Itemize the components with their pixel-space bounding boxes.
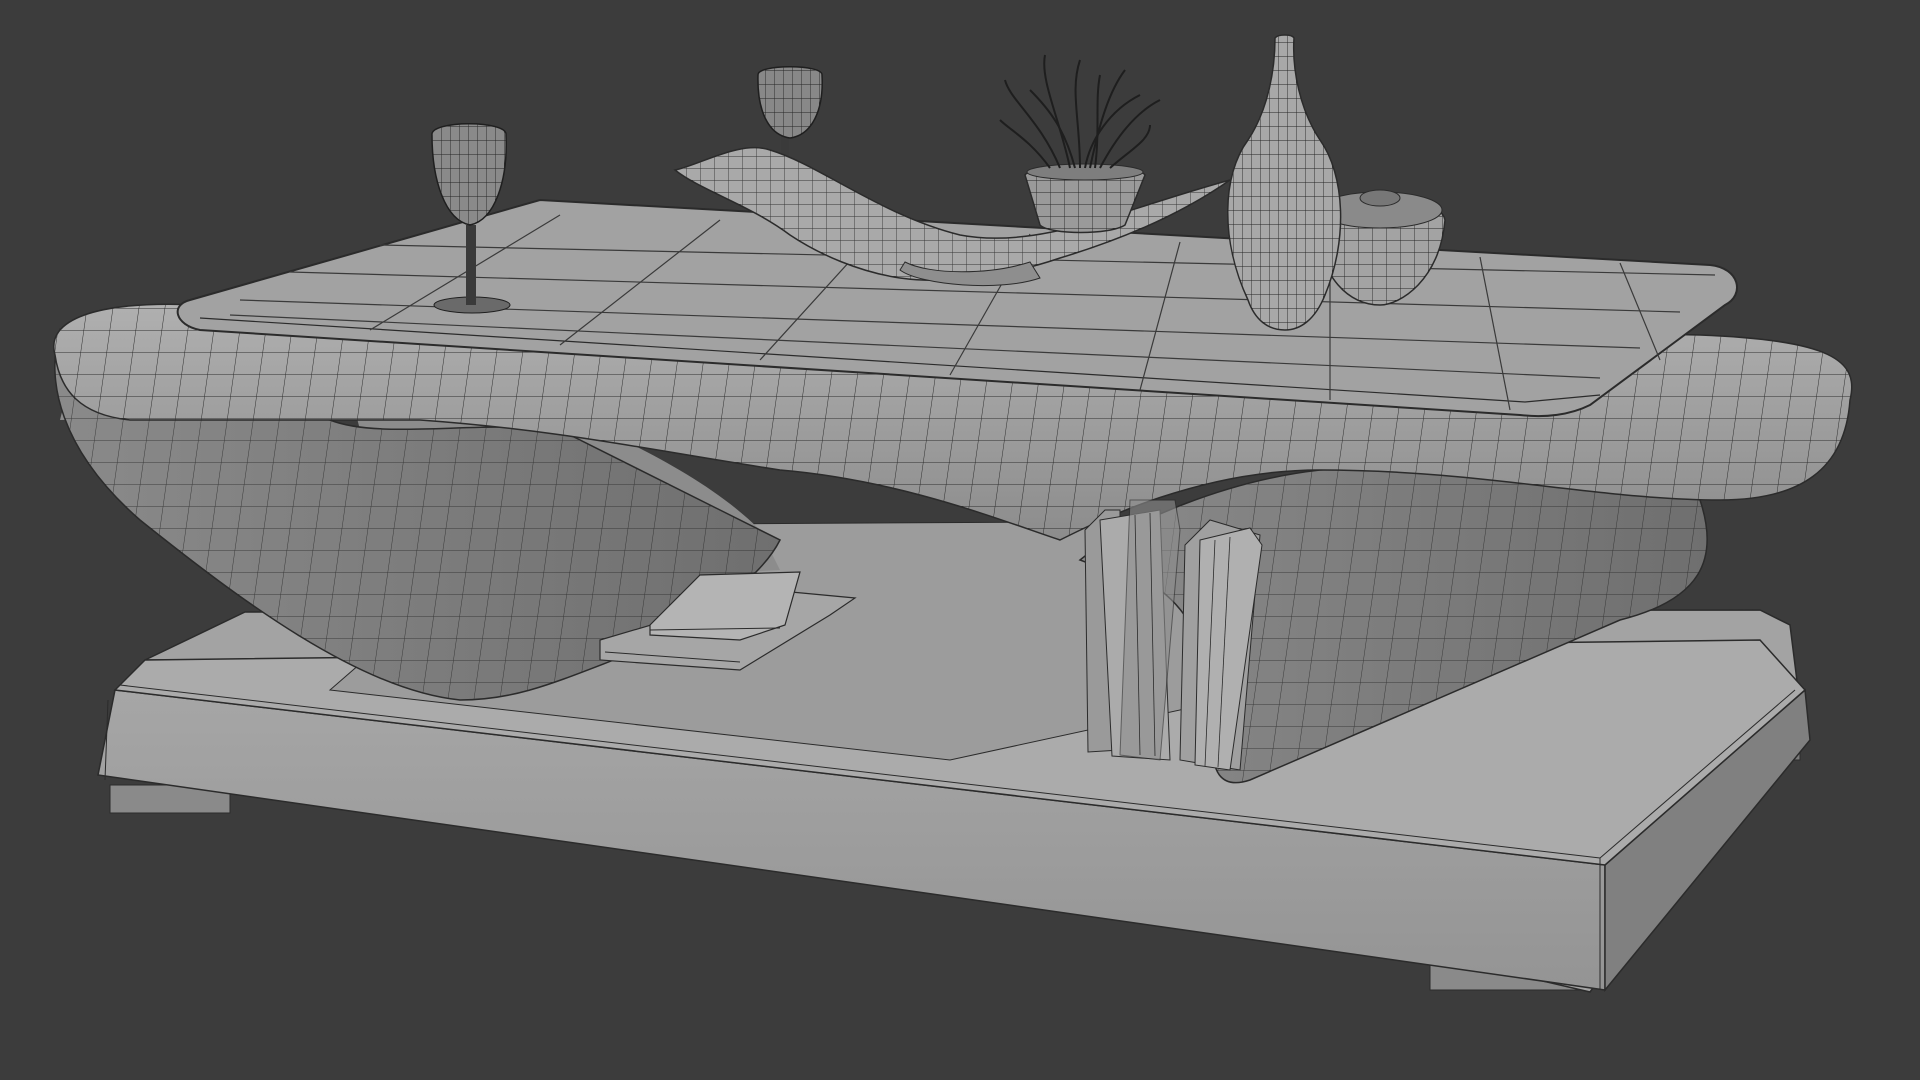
plant-leaves	[999, 54, 1161, 169]
3d-viewport[interactable]	[0, 0, 1920, 1080]
plant-pot	[999, 54, 1161, 234]
scene	[53, 34, 1853, 993]
vase-tall	[1227, 34, 1342, 331]
